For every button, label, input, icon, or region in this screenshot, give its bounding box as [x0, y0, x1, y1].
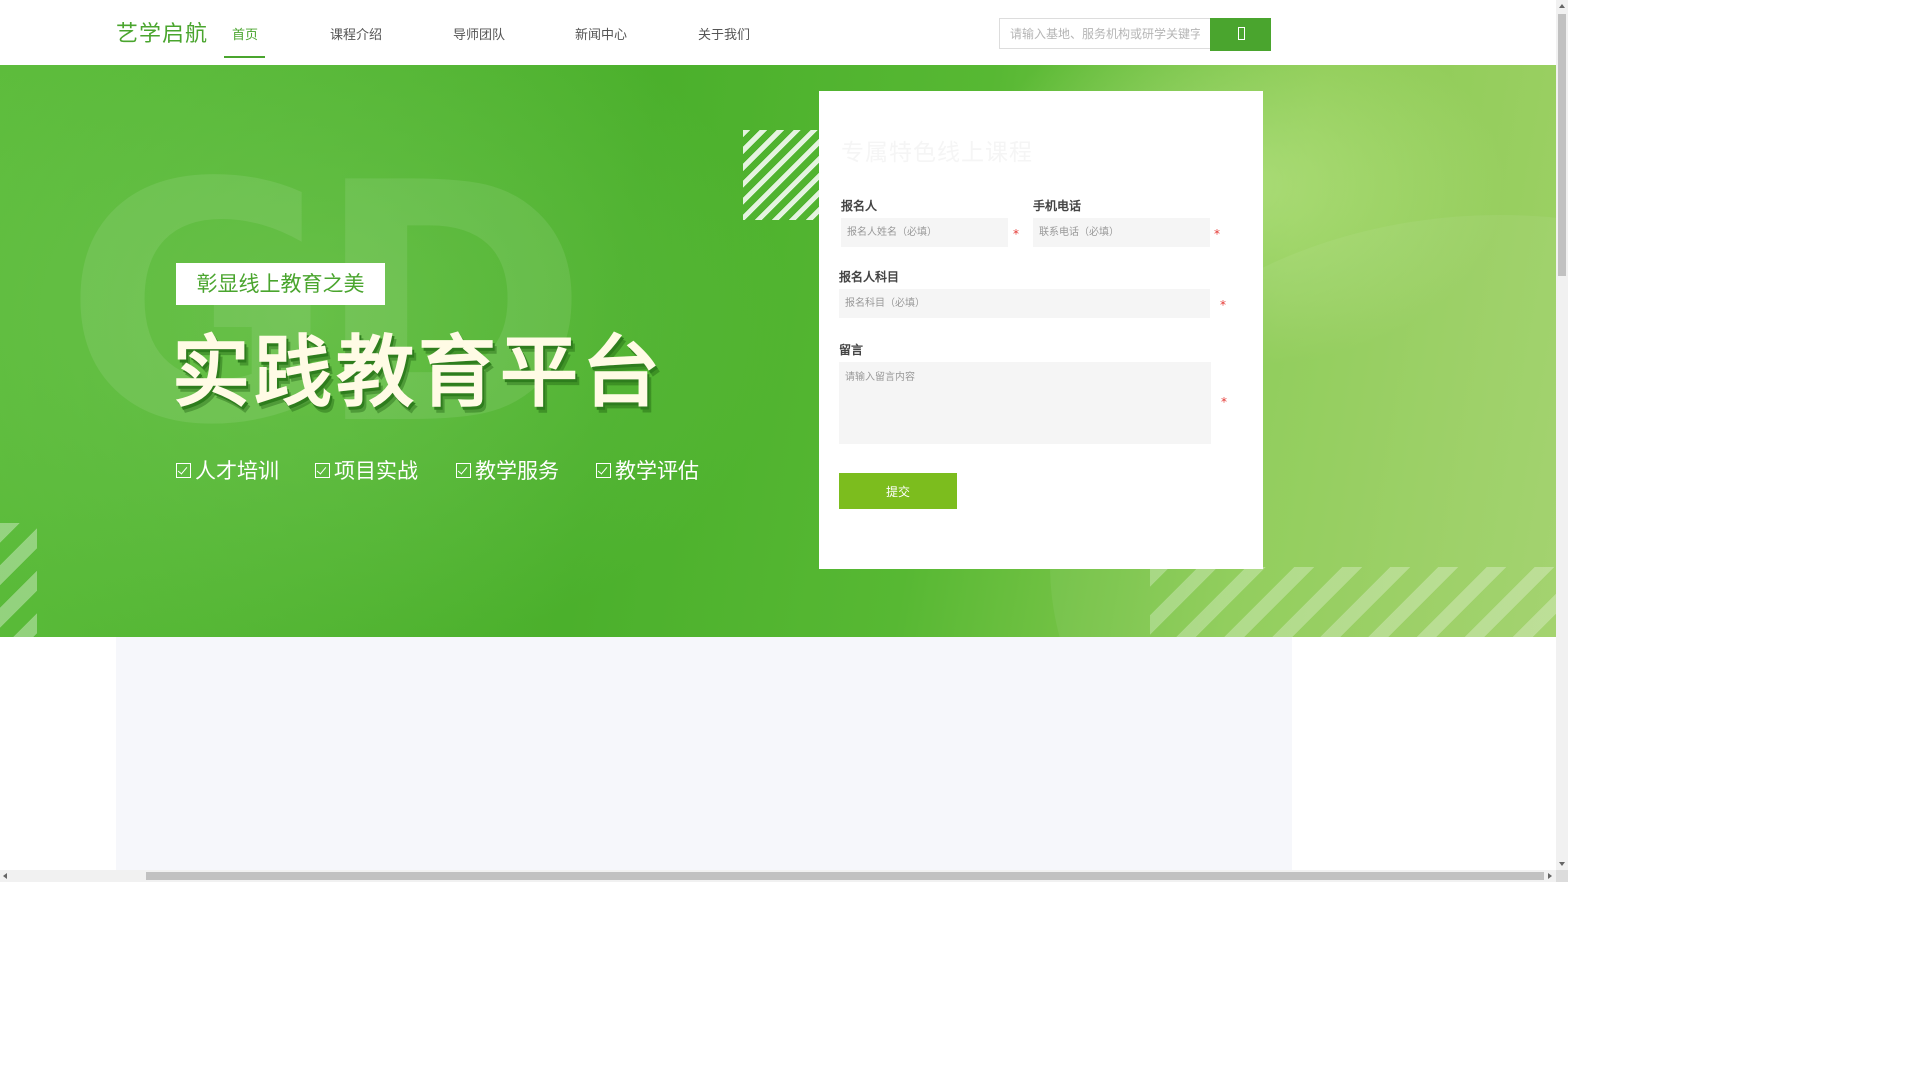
feature-item: 教学服务: [456, 455, 559, 485]
feature-item: 教学评估: [596, 455, 699, 485]
hero-stripes-left: [0, 523, 37, 637]
required-mark: *: [1013, 227, 1019, 241]
nav-active-indicator: [224, 56, 265, 58]
message-textarea[interactable]: [839, 362, 1211, 444]
nav-item-news[interactable]: 新闻中心: [575, 24, 627, 43]
vertical-scrollbar[interactable]: [1556, 0, 1568, 870]
name-label: 报名人: [841, 199, 878, 213]
feature-label: 教学服务: [475, 459, 559, 483]
scroll-down-icon[interactable]: [1559, 862, 1565, 866]
phone-input[interactable]: [1033, 218, 1210, 247]
nav-item-mentors[interactable]: 导师团队: [453, 24, 505, 43]
search-button[interactable]: [1210, 18, 1271, 51]
nav-item-courses[interactable]: 课程介绍: [330, 24, 382, 43]
site-header: 艺学启航 首页 课程介绍 导师团队 新闻中心 关于我们: [0, 0, 1556, 65]
site-logo[interactable]: 艺学启航: [116, 16, 208, 48]
feature-label: 人才培训: [195, 459, 279, 483]
subject-input[interactable]: [839, 289, 1210, 318]
feature-label: 教学评估: [615, 459, 699, 483]
scroll-left-icon[interactable]: [3, 873, 7, 879]
phone-label: 手机电话: [1033, 199, 1082, 213]
message-label: 留言: [839, 343, 864, 357]
hero-headline: 实践教育平台: [172, 328, 665, 418]
vertical-scroll-thumb[interactable]: [1558, 14, 1566, 276]
hero-tag: 彰显线上教育之美: [176, 263, 385, 305]
required-mark: *: [1214, 227, 1220, 241]
name-input[interactable]: [841, 218, 1008, 247]
signup-form: 专属特色线上课程 报名人 * 手机电话 * 报名人科目 * 留言 * 提交: [819, 91, 1263, 569]
nav-item-home[interactable]: 首页: [232, 24, 258, 43]
feature-item: 人才培训: [176, 455, 279, 485]
horizontal-scroll-thumb[interactable]: [146, 872, 1544, 880]
subject-label: 报名人科目: [839, 270, 900, 284]
scrollbar-corner: [1556, 870, 1568, 882]
content-section: [116, 637, 1292, 882]
checkbox-icon: [596, 462, 611, 478]
horizontal-scrollbar[interactable]: [0, 870, 1556, 882]
hero-stripes-top: [743, 130, 819, 220]
checkbox-icon: [176, 462, 191, 478]
checkbox-icon: [315, 462, 330, 478]
checkbox-icon: [456, 462, 471, 478]
hero-stripes-right: [1150, 567, 1556, 637]
feature-item: 项目实战: [315, 455, 418, 485]
search-input[interactable]: [999, 18, 1210, 49]
form-title: 专属特色线上课程: [841, 140, 1033, 166]
submit-button[interactable]: 提交: [839, 473, 957, 509]
feature-label: 项目实战: [334, 459, 418, 483]
scroll-up-icon[interactable]: [1559, 4, 1565, 8]
scroll-right-icon[interactable]: [1548, 873, 1552, 879]
nav-item-about[interactable]: 关于我们: [698, 24, 750, 43]
search-icon: [1238, 27, 1245, 40]
required-mark: *: [1221, 395, 1227, 409]
hero-banner: GD 彰显线上教育之美 实践教育平台 人才培训 项目实战 教学服务 教学评估: [0, 65, 1556, 637]
required-mark: *: [1220, 298, 1226, 312]
